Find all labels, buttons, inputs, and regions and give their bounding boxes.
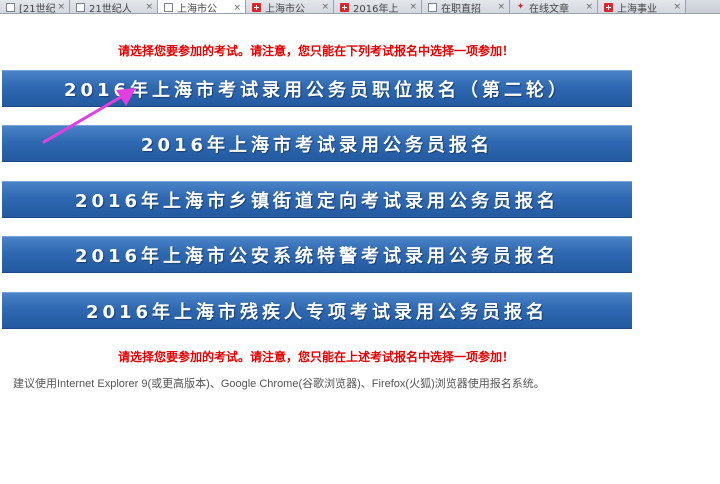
red-cross-icon (604, 2, 613, 12)
tab-label: 2016年上 (353, 3, 399, 14)
close-icon[interactable]: × (57, 2, 65, 12)
notice-bottom: 请选择您要参加的考试。请注意，您只能在上述考试报名中选择一项参加！ (117, 350, 514, 364)
red-cross-icon (340, 2, 349, 12)
exam-button-township-street[interactable]: 2016年上海市乡镇街道定向考试录用公务员报名 (2, 181, 632, 218)
browser-recommendation: 建议使用Internet Explorer 9(或更高版本)、Google Ch… (13, 378, 545, 390)
exam-button-label: 2016年上海市乡镇街道定向考试录用公务员报名 (74, 190, 560, 212)
close-icon[interactable]: × (321, 2, 329, 12)
close-icon[interactable]: × (409, 2, 417, 12)
notice-top: 请选择您要参加的考试。请注意，您只能在下列考试报名中选择一项参加！ (117, 44, 514, 58)
page-icon (6, 2, 15, 12)
close-icon[interactable]: × (497, 2, 505, 12)
browser-tab[interactable]: [21世纪 × (0, 0, 70, 14)
exam-button-label: 2016年上海市公安系统特警考试录用公务员报名 (74, 245, 560, 267)
browser-tab[interactable]: 2016年上 × (334, 0, 422, 14)
tab-label: 上海市公 (265, 3, 305, 14)
browser-tab[interactable]: 上海市公 × (246, 0, 334, 14)
tab-label: 在职直招 (441, 3, 481, 14)
exam-button-label: 2016年上海市考试录用公务员职位报名（第二轮） (63, 79, 571, 101)
exam-button-label: 2016年上海市残疾人专项考试录用公务员报名 (85, 301, 549, 323)
exam-button-disabled-special[interactable]: 2016年上海市残疾人专项考试录用公务员报名 (2, 292, 632, 329)
page-icon (428, 2, 437, 12)
exam-button-civil-servant[interactable]: 2016年上海市考试录用公务员报名 (2, 125, 632, 162)
tab-label: 上海事业 (617, 3, 657, 14)
close-icon[interactable]: × (145, 2, 153, 12)
browser-tab[interactable]: 在职直招 × (422, 0, 510, 14)
browser-tab[interactable]: 21世纪人 × (70, 0, 158, 14)
tab-label: 21世纪人 (89, 3, 132, 14)
tab-label: 在线文章 (529, 3, 569, 14)
close-icon[interactable]: × (233, 3, 241, 13)
close-icon[interactable]: × (585, 2, 593, 12)
tab-label: [21世纪 (19, 3, 56, 14)
exam-button-label: 2016年上海市考试录用公务员报名 (140, 134, 494, 156)
close-icon[interactable]: × (673, 2, 681, 12)
browser-tab-bar: [21世纪 × 21世纪人 × 上海市公 × 上海市公 × 2016年上 × 在… (0, 0, 720, 14)
exam-button-civil-servant-round2[interactable]: 2016年上海市考试录用公务员职位报名（第二轮） (2, 70, 632, 107)
red-cross-icon (252, 2, 261, 12)
browser-tab-active[interactable]: 上海市公 × (158, 0, 246, 14)
browser-tab[interactable]: ✦ 在线文章 × (510, 0, 598, 14)
star-icon: ✦ (516, 1, 525, 12)
tab-label: 上海市公 (177, 4, 217, 14)
page-icon (164, 3, 173, 12)
browser-tab[interactable]: 上海事业 × (598, 0, 686, 14)
page-icon (76, 2, 85, 12)
exam-button-police-special[interactable]: 2016年上海市公安系统特警考试录用公务员报名 (2, 236, 632, 273)
